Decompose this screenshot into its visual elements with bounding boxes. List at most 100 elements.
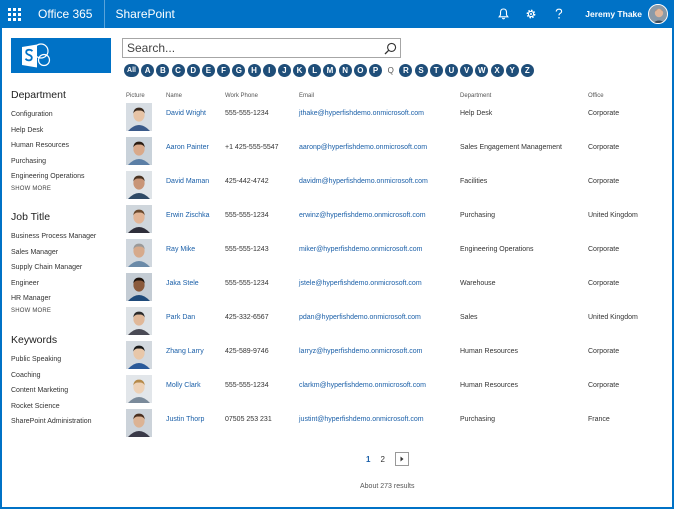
column-header-email[interactable]: Email xyxy=(299,93,314,99)
person-name-link[interactable]: Zhang Larry xyxy=(166,348,204,355)
person-name-link[interactable]: Aaron Painter xyxy=(166,144,209,151)
person-name-link[interactable]: Justin Thorp xyxy=(166,416,204,423)
letter-filter-h[interactable]: H xyxy=(247,64,261,77)
filter-job-title-item[interactable]: Supply Chain Manager xyxy=(11,260,116,276)
letter-filter-z[interactable]: Z xyxy=(520,64,534,77)
office365-brand[interactable]: Office 365 xyxy=(28,0,106,28)
person-name-link[interactable]: Jaka Stele xyxy=(166,280,199,287)
letter-filter-o[interactable]: O xyxy=(353,64,367,77)
letter-filter-k[interactable]: K xyxy=(293,64,307,77)
person-email-link[interactable]: aaronp@hyperfishdemo.onmicrosoft.com xyxy=(299,144,427,151)
person-photo[interactable] xyxy=(126,137,152,165)
person-photo[interactable] xyxy=(126,239,152,267)
person-email-link[interactable]: jstele@hyperfishdemo.onmicrosoft.com xyxy=(299,280,422,287)
help-icon[interactable] xyxy=(545,0,573,28)
job-title-show-more[interactable]: SHOW MORE xyxy=(11,308,116,314)
filter-keyword-item[interactable]: Public Speaking xyxy=(11,352,116,368)
letter-filter-c[interactable]: C xyxy=(171,64,185,77)
table-row[interactable]: Erwin Zischka 555-555-1234 erwinz@hyperfis… xyxy=(124,204,664,238)
next-page-button[interactable] xyxy=(394,452,409,466)
person-email-link[interactable]: clarkm@hyperfishdemo.onmicrosoft.com xyxy=(299,382,426,389)
filter-keyword-item[interactable]: Rocket Science xyxy=(11,399,116,415)
person-name-link[interactable]: David Wright xyxy=(166,110,206,117)
filter-job-title-item[interactable]: HR Manager xyxy=(11,291,116,307)
letter-filter-m[interactable]: M xyxy=(323,64,337,77)
table-row[interactable]: Molly Clark 555-555-1234 clarkm@hyperfishd… xyxy=(124,374,664,408)
letter-filter-s[interactable]: S xyxy=(414,64,428,77)
person-photo[interactable] xyxy=(126,341,152,369)
filter-department-item[interactable]: Help Desk xyxy=(11,123,116,139)
person-email-link[interactable]: pdan@hyperfishdemo.onmicrosoft.com xyxy=(299,314,421,321)
person-photo[interactable] xyxy=(126,307,152,335)
filter-job-title-item[interactable]: Sales Manager xyxy=(11,245,116,261)
letter-filter-d[interactable]: D xyxy=(186,64,200,77)
letter-filter-j[interactable]: J xyxy=(277,64,291,77)
letter-filter-x[interactable]: X xyxy=(490,64,504,77)
person-photo[interactable] xyxy=(126,171,152,199)
letter-filter-a[interactable]: A xyxy=(141,64,155,77)
column-header-department[interactable]: Department xyxy=(460,93,491,99)
letter-filter-i[interactable]: I xyxy=(262,64,276,77)
filter-keyword-item[interactable]: SharePoint Administration xyxy=(11,414,116,430)
letter-filter-t[interactable]: T xyxy=(429,64,443,77)
letter-filter-r[interactable]: R xyxy=(399,64,413,77)
letter-filter-n[interactable]: N xyxy=(338,64,352,77)
search-icon[interactable] xyxy=(383,41,397,55)
app-title[interactable]: SharePoint xyxy=(105,0,174,28)
person-name-link[interactable]: Ray Mike xyxy=(166,246,195,253)
gear-icon[interactable] xyxy=(517,0,545,28)
column-header-name[interactable]: Name xyxy=(166,93,182,99)
person-name-link[interactable]: Molly Clark xyxy=(166,382,201,389)
table-row[interactable]: Jaka Stele 555-555-1234 jstele@hyperfishde… xyxy=(124,272,664,306)
filter-job-title-item[interactable]: Engineer xyxy=(11,276,116,292)
person-photo[interactable] xyxy=(126,409,152,437)
app-launcher-icon[interactable] xyxy=(0,0,28,28)
letter-filter-v[interactable]: V xyxy=(460,64,474,77)
page-link-1[interactable]: 1 xyxy=(366,455,370,464)
user-name[interactable]: Jeremy Thake xyxy=(585,9,642,19)
filter-job-title-item[interactable]: Business Process Manager xyxy=(11,229,116,245)
filter-department-item[interactable]: Purchasing xyxy=(11,154,116,170)
person-email-link[interactable]: miker@hyperfishdemo.onmicrosoft.com xyxy=(299,246,422,253)
filter-department-item[interactable]: Human Resources xyxy=(11,138,116,154)
filter-keyword-item[interactable]: Coaching xyxy=(11,368,116,384)
search-input[interactable] xyxy=(123,39,373,57)
person-photo[interactable] xyxy=(126,375,152,403)
person-name-link[interactable]: David Maman xyxy=(166,178,209,185)
letter-filter-w[interactable]: W xyxy=(475,64,489,77)
person-name-link[interactable]: Erwin Zischka xyxy=(166,212,210,219)
filter-keyword-item[interactable]: Content Marketing xyxy=(11,383,116,399)
table-row[interactable]: Aaron Painter +1 425-555-5547 aaronp@hyper… xyxy=(124,136,664,170)
letter-filter-p[interactable]: P xyxy=(369,64,382,77)
person-photo[interactable] xyxy=(126,205,152,233)
person-email-link[interactable]: davidm@hyperfishdemo.onmicrosoft.com xyxy=(299,178,428,185)
letter-filter-y[interactable]: Y xyxy=(505,64,519,77)
letter-filter-all[interactable]: All xyxy=(124,64,139,77)
person-email-link[interactable]: jthake@hyperfishdemo.onmicrosoft.com xyxy=(299,110,424,117)
table-row[interactable]: Zhang Larry 425-589-9746 larryz@hyperfishd… xyxy=(124,340,664,374)
letter-filter-f[interactable]: F xyxy=(217,64,231,77)
person-name-link[interactable]: Park Dan xyxy=(166,314,195,321)
table-row[interactable]: Park Dan 425-332-6567 pdan@hyperfishdemo.o… xyxy=(124,306,664,340)
person-email-link[interactable]: erwinz@hyperfishdemo.onmicrosoft.com xyxy=(299,212,426,219)
column-header-phone[interactable]: Work Phone xyxy=(225,93,258,99)
person-photo[interactable] xyxy=(126,273,152,301)
table-row[interactable]: David Maman 425-442-4742 davidm@hyperfishd… xyxy=(124,170,664,204)
page-link-2[interactable]: 2 xyxy=(380,455,384,464)
filter-department-item[interactable]: Configuration xyxy=(11,107,116,123)
user-avatar[interactable] xyxy=(648,4,668,24)
person-photo[interactable] xyxy=(126,103,152,131)
letter-filter-l[interactable]: L xyxy=(308,64,322,77)
letter-filter-b[interactable]: B xyxy=(156,64,170,77)
column-header-office[interactable]: Office xyxy=(588,93,604,99)
department-show-more[interactable]: SHOW MORE xyxy=(11,186,116,192)
bell-icon[interactable] xyxy=(489,0,517,28)
filter-department-item[interactable]: Engineering Operations xyxy=(11,169,116,185)
sharepoint-logo[interactable] xyxy=(11,38,111,73)
table-row[interactable]: Ray Mike 555-555-1243 miker@hyperfishdemo.… xyxy=(124,238,664,272)
letter-filter-e[interactable]: E xyxy=(201,64,215,77)
letter-filter-g[interactable]: G xyxy=(232,64,246,77)
person-email-link[interactable]: justint@hyperfishdemo.onmicrosoft.com xyxy=(299,416,424,423)
letter-filter-u[interactable]: U xyxy=(444,64,458,77)
table-row[interactable]: David Wright 555-555-1234 jthake@hyperfish… xyxy=(124,102,664,136)
